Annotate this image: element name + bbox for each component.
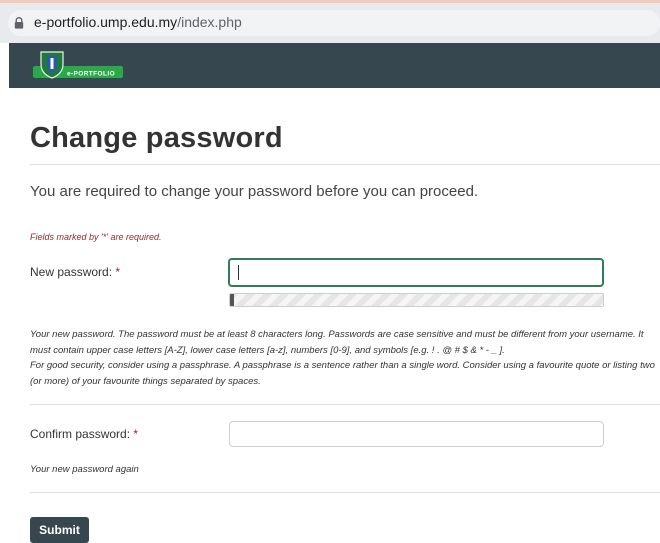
- new-password-help-paragraph: Your new password. The password must be …: [30, 329, 644, 356]
- password-strength-fill: [230, 294, 234, 306]
- new-password-input[interactable]: [228, 258, 604, 287]
- url-text[interactable]: e-portfolio.ump.edu.my/index.php: [34, 14, 242, 30]
- new-password-label: New password: *: [30, 265, 120, 279]
- text-caret: [238, 265, 239, 280]
- url-domain: e-portfolio.ump.edu.my: [34, 14, 178, 30]
- page-title: Change password: [30, 122, 283, 154]
- divider: [30, 404, 660, 405]
- confirm-password-label-text: Confirm password:: [30, 427, 131, 441]
- confirm-password-help: Your new password again: [30, 464, 139, 475]
- divider: [30, 164, 660, 165]
- site-header: e-PORTFOLIO: [9, 43, 660, 88]
- url-path: /index.php: [177, 14, 242, 30]
- new-password-label-text: New password:: [30, 265, 113, 279]
- browser-address-bar: e-portfolio.ump.edu.my/index.php: [0, 0, 660, 43]
- logo-text: e-PORTFOLIO: [67, 71, 115, 78]
- password-strength-meter: [229, 293, 604, 307]
- lock-icon[interactable]: [14, 17, 24, 29]
- eportfolio-logo[interactable]: e-PORTFOLIO: [33, 50, 125, 80]
- divider: [30, 492, 660, 493]
- tab-strip-edge: [0, 0, 660, 3]
- new-password-help-paragraph: For good security, consider using a pass…: [30, 360, 655, 387]
- required-mark: *: [115, 265, 121, 279]
- new-password-help: Your new password. The password must be …: [30, 327, 658, 389]
- confirm-password-input[interactable]: [229, 421, 604, 447]
- required-fields-note: Fields marked by '*' are required.: [30, 232, 162, 242]
- required-mark: *: [133, 427, 139, 441]
- confirm-password-label: Confirm password: *: [30, 427, 138, 441]
- submit-button[interactable]: Submit: [30, 517, 89, 543]
- intro-text: You are required to change your password…: [30, 183, 479, 200]
